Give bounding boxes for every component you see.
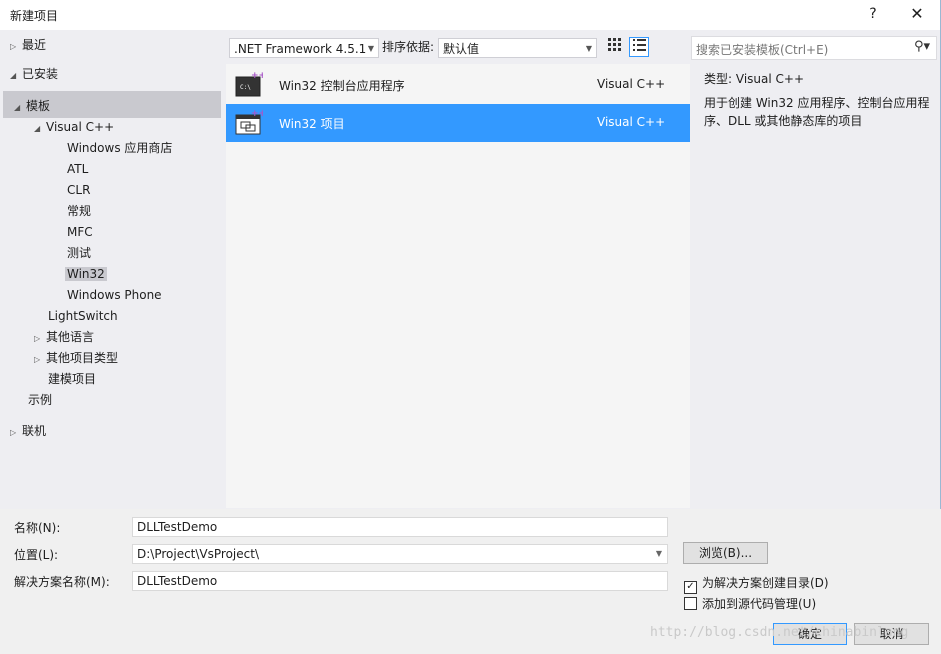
- svg-text:++: ++: [251, 71, 263, 81]
- project-name-value: DLLTestDemo: [137, 520, 218, 534]
- expand-arrow-icon: ▷: [34, 355, 41, 364]
- template-row-console[interactable]: C:\ ++ Win32 控制台应用程序 Visual C++: [226, 66, 690, 104]
- tree-item-other-project-types[interactable]: ▷ 其他项目类型: [34, 348, 118, 369]
- solution-name-input[interactable]: DLLTestDemo: [132, 571, 668, 591]
- tree-item-visual-cpp[interactable]: ◢ Visual C++: [34, 117, 114, 138]
- list-view-button[interactable]: [629, 37, 649, 57]
- sort-dropdown[interactable]: 默认值 ▼: [438, 38, 597, 58]
- template-search-box[interactable]: 搜索已安装模板(Ctrl+E) ⚲▾: [691, 36, 937, 60]
- checkbox-checked-icon: ✓: [684, 581, 697, 594]
- template-description: 用于创建 Win32 应用程序、控制台应用程序、DLL 或其他静态库的项目: [704, 96, 930, 128]
- expand-arrow-icon: ▷: [10, 428, 17, 437]
- grid-icon: [608, 38, 621, 51]
- template-language: Visual C++: [597, 77, 666, 91]
- tree-label: 模板: [26, 99, 51, 113]
- svg-text:++: ++: [251, 109, 263, 119]
- tree-item-clr[interactable]: CLR: [67, 180, 90, 201]
- expand-arrow-icon: ▷: [34, 334, 41, 343]
- name-label: 名称(N):: [14, 521, 61, 535]
- location-input[interactable]: D:\Project\VsProject\ ▼: [132, 544, 668, 564]
- collapse-arrow-icon: ◢: [14, 103, 21, 112]
- tree-item-general[interactable]: 常规: [67, 201, 91, 222]
- chevron-down-icon: ▼: [585, 44, 592, 53]
- tree-item-lightswitch[interactable]: LightSwitch: [48, 306, 118, 327]
- solution-name-value: DLLTestDemo: [137, 574, 218, 588]
- tree-item-modeling-projects[interactable]: 建模项目: [48, 369, 96, 390]
- tree-item-templates[interactable]: ◢ 模板: [14, 96, 50, 117]
- tree-label: 联机: [22, 424, 47, 438]
- project-name-input[interactable]: DLLTestDemo: [132, 517, 668, 537]
- window-title: 新建项目: [10, 9, 59, 23]
- tree-item-windows-phone[interactable]: Windows Phone: [67, 285, 162, 306]
- tree-label: 已安装: [22, 67, 59, 81]
- tree-label: 最近: [22, 38, 47, 52]
- tree-item-mfc[interactable]: MFC: [67, 222, 93, 243]
- type-label: 类型:: [704, 72, 733, 86]
- source-control-checkbox[interactable]: 添加到源代码管理(U): [684, 595, 816, 612]
- tree-item-atl[interactable]: ATL: [67, 159, 88, 180]
- tree-item-test[interactable]: 测试: [67, 243, 91, 264]
- source-control-label: 添加到源代码管理(U): [702, 597, 817, 611]
- sort-value: 默认值: [443, 42, 480, 56]
- chevron-down-icon[interactable]: ▼: [656, 545, 662, 563]
- tree-item-other-languages[interactable]: ▷ 其他语言: [34, 327, 94, 348]
- template-details: 类型: Visual C++ 用于创建 Win32 应用程序、控制台应用程序、D…: [704, 70, 932, 130]
- search-placeholder: 搜索已安装模板(Ctrl+E): [696, 43, 829, 57]
- type-value: Visual C++: [735, 72, 805, 86]
- browse-button[interactable]: 浏览(B)...: [683, 542, 768, 564]
- type-line: 类型: Visual C++: [704, 70, 932, 88]
- tree-label: Win32: [65, 267, 107, 281]
- create-directory-checkbox[interactable]: ✓ 为解决方案创建目录(D): [684, 574, 829, 594]
- collapse-arrow-icon: ◢: [34, 124, 41, 133]
- collapse-arrow-icon: ◢: [10, 71, 17, 80]
- template-name: Win32 项目: [279, 117, 345, 131]
- grid-view-button[interactable]: [604, 37, 624, 57]
- solution-name-label: 解决方案名称(M):: [14, 575, 110, 589]
- template-language: Visual C++: [597, 115, 666, 129]
- list-icon: [633, 39, 646, 51]
- console-app-icon: C:\ ++: [235, 71, 263, 97]
- template-row-win32-project[interactable]: ++ Win32 项目 Visual C++: [226, 104, 690, 142]
- close-button[interactable]: ✕: [906, 3, 928, 25]
- location-label: 位置(L):: [14, 548, 59, 562]
- checkbox-unchecked-icon: [684, 597, 697, 610]
- tree-item-installed[interactable]: ◢ 已安装: [10, 64, 58, 85]
- expand-arrow-icon: ▷: [10, 42, 17, 51]
- template-tree: ▷ 最近 ◢ 已安装 ◢ 模板 ◢ Visual C++ Windows 应用商店 AT…: [0, 30, 222, 508]
- tree-item-windows-store[interactable]: Windows 应用商店: [67, 138, 172, 159]
- tree-item-win32[interactable]: Win32: [65, 264, 107, 285]
- search-icon[interactable]: ⚲▾: [914, 39, 930, 54]
- template-list: C:\ ++ Win32 控制台应用程序 Visual C++ ++ Win32…: [226, 64, 690, 508]
- tree-item-recent[interactable]: ▷ 最近: [10, 35, 46, 56]
- title-bar: 新建项目 ? ✕: [0, 0, 941, 30]
- tree-label: Visual C++: [46, 120, 115, 134]
- tree-label: 其他语言: [46, 330, 95, 344]
- sort-label: 排序依据:: [382, 40, 435, 54]
- help-button[interactable]: ?: [863, 3, 883, 25]
- tree-item-samples[interactable]: 示例: [28, 390, 52, 411]
- template-name: Win32 控制台应用程序: [279, 79, 405, 93]
- framework-dropdown[interactable]: .NET Framework 4.5.1 ▼: [229, 38, 379, 58]
- chevron-down-icon: ▼: [367, 44, 374, 53]
- tree-item-online[interactable]: ▷ 联机: [10, 421, 46, 442]
- watermark: http://blog.csdn.net/chinabinlang: [650, 625, 909, 640]
- create-directory-label: 为解决方案创建目录(D): [702, 576, 829, 590]
- framework-value: .NET Framework 4.5.1: [234, 42, 367, 56]
- template-toolbar: .NET Framework 4.5.1 ▼ 排序依据: 默认值 ▼: [226, 36, 690, 60]
- win32-project-icon: ++: [235, 109, 263, 135]
- svg-text:C:\: C:\: [240, 84, 251, 91]
- tree-label: 其他项目类型: [46, 351, 119, 365]
- location-value: D:\Project\VsProject\: [137, 547, 259, 561]
